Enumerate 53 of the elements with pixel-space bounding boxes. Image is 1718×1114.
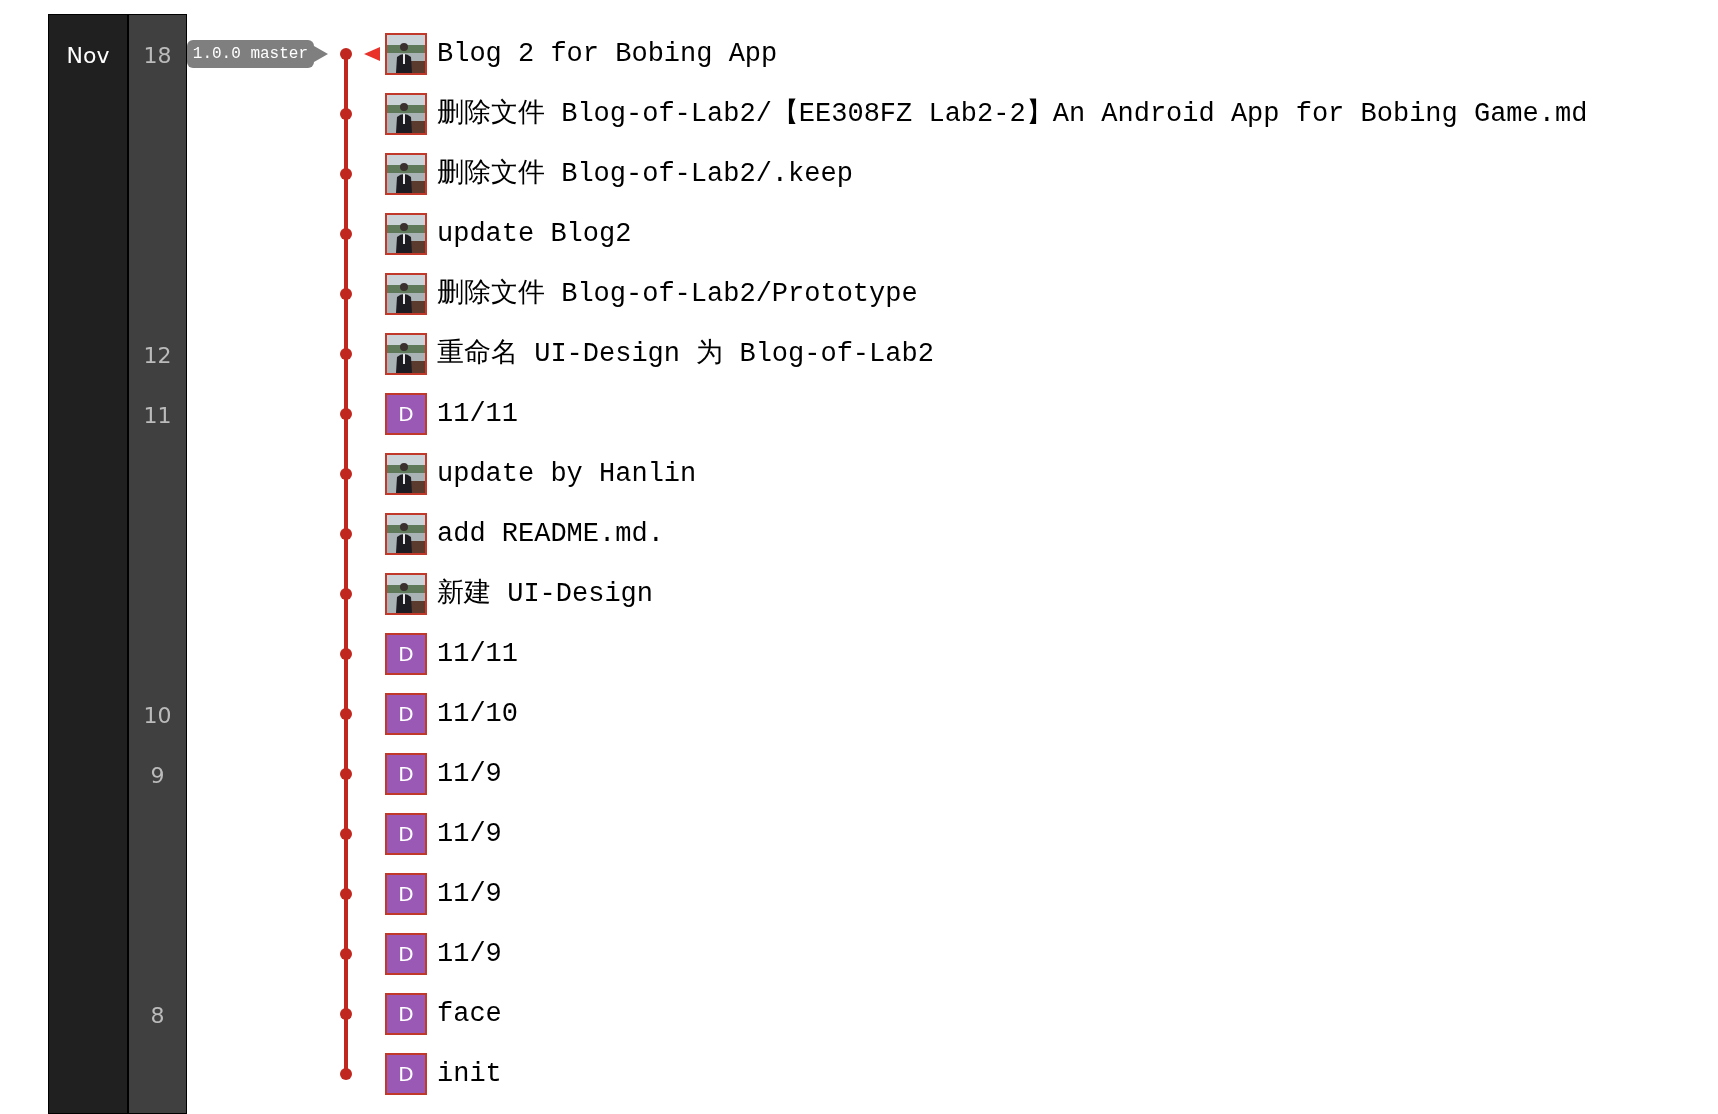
commit-message: Blog 2 for Bobing App [437, 37, 778, 71]
commit-dot [340, 288, 352, 300]
avatar: D [385, 933, 427, 975]
month-label: Nov [66, 41, 110, 70]
commit-dot [340, 348, 352, 360]
commit-message: 重命名 UI-Design 为 Blog-of-Lab2 [437, 337, 934, 371]
commit-message: 11/9 [437, 817, 502, 851]
commit-dot [340, 48, 352, 60]
commit-message: update Blog2 [437, 217, 632, 251]
commit-message: 11/9 [437, 937, 502, 971]
commit-dot [340, 228, 352, 240]
avatar: D [385, 393, 427, 435]
commit-dot [340, 1068, 352, 1080]
commit-message: 11/9 [437, 757, 502, 791]
commit-dot [340, 528, 352, 540]
commit-dot [340, 888, 352, 900]
commit-message: 删除文件 Blog-of-Lab2/【EE308FZ Lab2-2】An Android App for Bobing Game.md [437, 97, 1588, 131]
commit-dot [340, 588, 352, 600]
commit-message: 11/11 [437, 637, 518, 671]
commit-dot [340, 468, 352, 480]
commit-dot [340, 948, 352, 960]
commit-dot [340, 768, 352, 780]
commit-message: 11/9 [437, 877, 502, 911]
commit-dot [340, 1008, 352, 1020]
day-label: 18 [143, 41, 172, 70]
commit-dot [340, 648, 352, 660]
commit-message: init [437, 1057, 502, 1091]
commit-message: 11/11 [437, 397, 518, 431]
commit-dot [340, 408, 352, 420]
commit-message: 删除文件 Blog-of-Lab2/Prototype [437, 277, 918, 311]
day-label: 10 [143, 701, 172, 730]
day-label: 12 [143, 341, 172, 370]
commit-message: face [437, 997, 502, 1031]
commit-message: update by Hanlin [437, 457, 697, 491]
commit-dot [340, 168, 352, 180]
commit-message: 删除文件 Blog-of-Lab2/.keep [437, 157, 853, 191]
avatar: D [385, 813, 427, 855]
avatar: D [385, 633, 427, 675]
avatar: D [385, 1053, 427, 1095]
day-label: 11 [143, 401, 172, 430]
avatar: D [385, 873, 427, 915]
commit-message: add README.md. [437, 517, 664, 551]
commit-dot [340, 828, 352, 840]
commit-dot [340, 108, 352, 120]
day-label: 8 [150, 1001, 165, 1030]
avatar: D [385, 753, 427, 795]
commit-dot [340, 708, 352, 720]
tag-pointer-icon [314, 46, 328, 62]
commit-message: 新建 UI-Design [437, 577, 654, 611]
avatar: D [385, 693, 427, 735]
commit-message: 11/10 [437, 697, 518, 731]
avatar: D [385, 993, 427, 1035]
day-label: 9 [150, 761, 165, 790]
